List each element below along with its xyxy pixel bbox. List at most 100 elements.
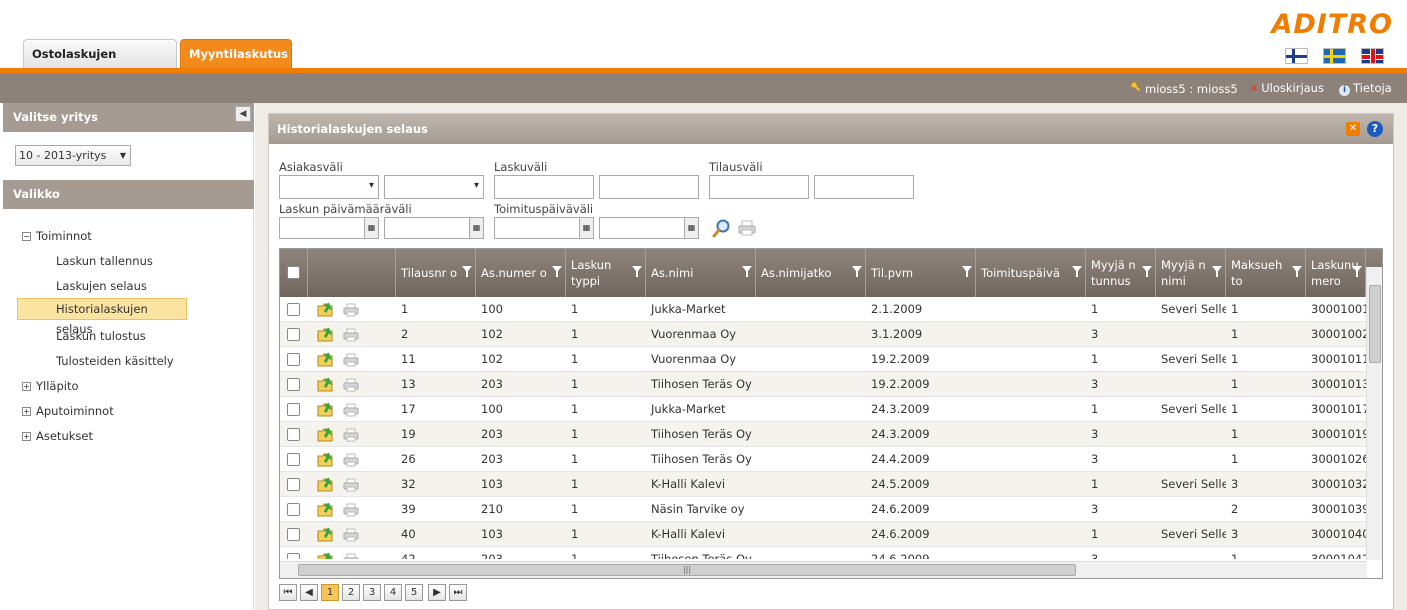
filter-icon[interactable]: [1292, 266, 1302, 278]
row-checkbox[interactable]: [287, 353, 300, 366]
filter-icon[interactable]: [962, 266, 972, 278]
expand-tree-icon[interactable]: +: [22, 382, 31, 391]
table-row[interactable]: 11 102 1 Vuorenmaa Oy 19.2.2009 1 Severi Selle…: [280, 347, 1367, 372]
print-icon[interactable]: [343, 528, 359, 542]
column-header-customer-number[interactable]: As.numer o: [476, 249, 566, 297]
open-folder-icon[interactable]: [317, 377, 335, 392]
tree-item-asetukset[interactable]: + Asetukset: [22, 429, 93, 443]
scroll-thumb[interactable]: [1369, 285, 1381, 363]
row-checkbox[interactable]: [287, 528, 300, 541]
column-header-delivery-date[interactable]: Toimituspäivä: [976, 249, 1086, 297]
expand-tree-icon[interactable]: +: [22, 432, 31, 441]
prev-page-button[interactable]: ◀: [300, 584, 318, 601]
row-checkbox[interactable]: [287, 478, 300, 491]
print-icon[interactable]: [738, 220, 756, 236]
page-button-1[interactable]: 1: [321, 584, 339, 601]
print-icon[interactable]: [343, 428, 359, 442]
menu-item-invoice-entry[interactable]: Laskun tallennus: [56, 254, 153, 268]
print-icon[interactable]: [343, 403, 359, 417]
open-folder-icon[interactable]: [317, 502, 335, 517]
horizontal-scrollbar[interactable]: |||: [280, 561, 1367, 578]
table-row[interactable]: 2 102 1 Vuorenmaa Oy 3.1.2009 3 1 30001002: [280, 322, 1367, 347]
column-header-invoice-number[interactable]: Laskunu mero: [1306, 249, 1366, 297]
row-checkbox[interactable]: [287, 303, 300, 316]
menu-item-history-browse[interactable]: Historialaskujen selaus: [17, 298, 187, 336]
invoice-date-to-input[interactable]: ▦: [384, 217, 484, 239]
open-folder-icon[interactable]: [317, 427, 335, 442]
menu-item-invoice-print[interactable]: Laskun tulostus: [56, 329, 146, 343]
column-header-customer-name-ext[interactable]: As.nimijatko: [756, 249, 866, 297]
finnish-flag-icon[interactable]: [1285, 48, 1308, 64]
row-checkbox[interactable]: [287, 378, 300, 391]
collapse-tree-icon[interactable]: −: [22, 232, 31, 241]
order-to-input[interactable]: [814, 175, 914, 199]
tree-item-toiminnot[interactable]: − Toiminnot: [22, 229, 92, 243]
select-all-checkbox[interactable]: [287, 266, 300, 279]
column-header-invoice-type[interactable]: Laskun typpi: [566, 249, 646, 297]
filter-icon[interactable]: [632, 266, 642, 278]
invoice-date-from-input[interactable]: ▦: [279, 217, 379, 239]
column-header-payment-term[interactable]: Maksueh to: [1226, 249, 1306, 297]
table-row[interactable]: 32 103 1 K-Halli Kalevi 24.5.2009 1 Severi Sel…: [280, 472, 1367, 497]
menu-item-print-handling[interactable]: Tulosteiden käsittely: [56, 354, 174, 368]
filter-icon[interactable]: [1072, 266, 1082, 278]
info-link[interactable]: i Tietoja: [1339, 81, 1392, 96]
print-icon[interactable]: [343, 303, 359, 317]
english-flag-icon[interactable]: [1361, 48, 1384, 64]
table-row[interactable]: 1 100 1 Jukka-Market 2.1.2009 1 Severi Selle 1 3…: [280, 297, 1367, 322]
open-folder-icon[interactable]: [317, 527, 335, 542]
invoice-to-input[interactable]: [599, 175, 699, 199]
calendar-icon[interactable]: ▦: [364, 218, 378, 238]
column-header-order-date[interactable]: Til.pvm: [866, 249, 976, 297]
delivery-date-from-input[interactable]: ▦: [494, 217, 594, 239]
next-page-button[interactable]: ▶: [428, 584, 446, 601]
column-header-seller-id[interactable]: Myyjä n tunnus: [1086, 249, 1156, 297]
filter-icon[interactable]: [1352, 266, 1362, 278]
open-folder-icon[interactable]: [317, 402, 335, 417]
print-icon[interactable]: [343, 478, 359, 492]
row-checkbox[interactable]: [287, 453, 300, 466]
expand-tree-icon[interactable]: +: [22, 407, 31, 416]
table-row[interactable]: 39 210 1 Näsin Tarvike oy 24.6.2009 3 2 3000103…: [280, 497, 1367, 522]
calendar-icon[interactable]: ▦: [684, 218, 698, 238]
tab-purchase-invoices[interactable]: Ostolaskujen käsittely: [23, 39, 177, 90]
filter-icon[interactable]: [462, 266, 472, 278]
logout-link[interactable]: ✕ Uloskirjaus: [1249, 81, 1324, 95]
tree-item-aputoiminnot[interactable]: + Aputoiminnot: [22, 404, 114, 418]
calendar-icon[interactable]: ▦: [469, 218, 483, 238]
filter-icon[interactable]: [1142, 266, 1152, 278]
print-icon[interactable]: [343, 553, 359, 559]
customer-to-select[interactable]: [384, 175, 484, 199]
print-icon[interactable]: [343, 453, 359, 467]
swedish-flag-icon[interactable]: [1323, 48, 1346, 64]
filter-icon[interactable]: [1212, 266, 1222, 278]
calendar-icon[interactable]: ▦: [579, 218, 593, 238]
search-icon[interactable]: [712, 218, 732, 238]
page-button-2[interactable]: 2: [342, 584, 360, 601]
table-row[interactable]: 26 203 1 Tiihosen Teräs Oy 24.4.2009 3 1 300010…: [280, 447, 1367, 472]
order-from-input[interactable]: [709, 175, 809, 199]
customer-from-select[interactable]: [279, 175, 379, 199]
row-checkbox[interactable]: [287, 428, 300, 441]
table-row[interactable]: 40 103 1 K-Halli Kalevi 24.6.2009 1 Severi Sel…: [280, 522, 1367, 547]
open-folder-icon[interactable]: [317, 302, 335, 317]
delivery-date-to-input[interactable]: ▦: [599, 217, 699, 239]
help-icon[interactable]: ?: [1367, 121, 1383, 137]
row-checkbox[interactable]: [287, 403, 300, 416]
open-folder-icon[interactable]: [317, 352, 335, 367]
column-header-seller-name[interactable]: Myyjä n nimi: [1156, 249, 1226, 297]
row-checkbox[interactable]: [287, 328, 300, 341]
column-header-order-number[interactable]: Tilausnr o: [396, 249, 476, 297]
table-row[interactable]: 19 203 1 Tiihosen Teräs Oy 24.3.2009 3 1 300010…: [280, 422, 1367, 447]
page-button-3[interactable]: 3: [363, 584, 381, 601]
row-checkbox[interactable]: [287, 503, 300, 516]
filter-icon[interactable]: [552, 266, 562, 278]
print-icon[interactable]: [343, 328, 359, 342]
menu-item-invoice-browse[interactable]: Laskujen selaus: [56, 279, 147, 293]
print-icon[interactable]: [343, 353, 359, 367]
close-panel-icon[interactable]: ✕: [1346, 122, 1360, 136]
open-folder-icon[interactable]: [317, 477, 335, 492]
first-page-button[interactable]: ⏮: [279, 584, 297, 601]
vertical-scrollbar[interactable]: [1366, 267, 1382, 560]
tree-item-yllapito[interactable]: + Ylläpito: [22, 379, 79, 393]
